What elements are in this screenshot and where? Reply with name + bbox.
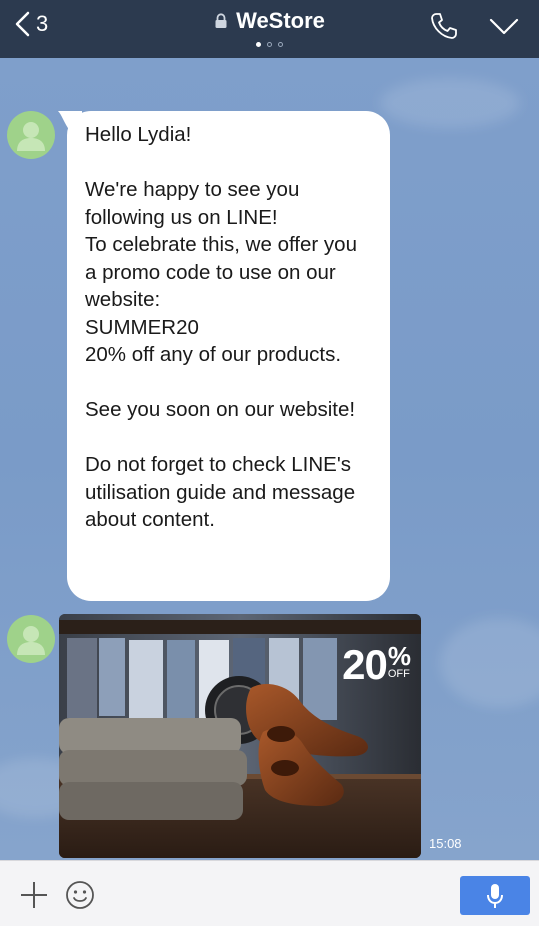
- promo-badge: 20 % OFF: [342, 641, 411, 688]
- default-user-avatar: [17, 626, 45, 655]
- message-timestamp: 15:08: [429, 836, 462, 851]
- lock-icon: [215, 13, 227, 28]
- page-dot: [256, 42, 261, 47]
- page-dot: [278, 42, 283, 47]
- phone-icon[interactable]: [428, 10, 460, 42]
- page-indicator: [0, 42, 539, 47]
- message-input-bar: [0, 860, 539, 926]
- chat-title: WeStore: [236, 8, 325, 33]
- plus-icon[interactable]: [18, 879, 50, 911]
- image-message[interactable]: 20 % OFF: [59, 614, 421, 858]
- avatar[interactable]: [7, 615, 55, 663]
- chat-header: 3 WeStore: [0, 0, 539, 58]
- avatar[interactable]: [7, 111, 55, 159]
- background-cloud: [380, 78, 520, 128]
- promo-value: 20: [342, 641, 388, 688]
- chevron-down-icon[interactable]: [488, 14, 520, 38]
- promo-percent: %: [387, 641, 411, 671]
- message-input[interactable]: [104, 875, 446, 913]
- emoji-icon[interactable]: [64, 879, 96, 911]
- background-cloud: [440, 618, 539, 708]
- microphone-icon: [487, 883, 503, 908]
- promo-side: % OFF: [387, 641, 411, 680]
- microphone-button[interactable]: [460, 876, 530, 915]
- page-dot: [267, 42, 272, 47]
- text-message[interactable]: Hello Lydia! We're happy to see you foll…: [67, 111, 390, 601]
- chat-area[interactable]: Hello Lydia! We're happy to see you foll…: [0, 58, 539, 860]
- promo-off-label: OFF: [387, 668, 410, 680]
- default-user-avatar: [17, 122, 45, 151]
